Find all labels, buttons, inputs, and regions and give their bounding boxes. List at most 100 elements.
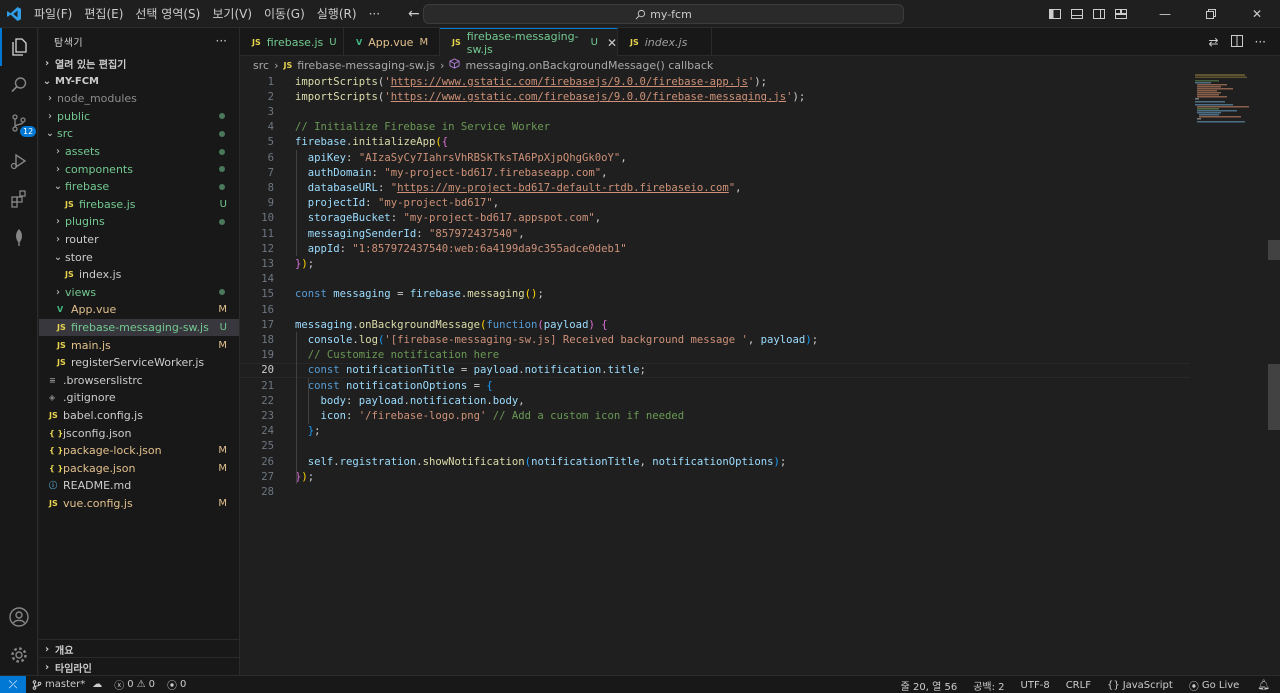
tree-folder[interactable]: › assets xyxy=(39,143,239,161)
tree-file[interactable]: ≡ .browserslistrc xyxy=(39,372,239,390)
command-center[interactable]: my-fcm xyxy=(423,4,904,24)
editor-tab[interactable]: JS index.js xyxy=(618,28,712,56)
code-line[interactable]: 22 body: payload.notification.body, xyxy=(240,393,1190,408)
customize-layout-icon[interactable] xyxy=(1110,8,1132,20)
run-debug-icon[interactable] xyxy=(0,142,38,180)
code-line[interactable]: 12 appId: "1:857972437540:web:6a4199da9c… xyxy=(240,241,1190,256)
tree-file[interactable]: JS index.js xyxy=(39,266,239,284)
tree-folder[interactable]: › components xyxy=(39,160,239,178)
editor-tab[interactable]: JS firebase.js U xyxy=(240,28,344,56)
go-live-button[interactable]: ⦿ Go Live xyxy=(1181,678,1247,693)
tree-file[interactable]: { } package-lock.json M xyxy=(39,442,239,460)
tree-folder[interactable]: › node_modules xyxy=(39,90,239,108)
problems-indicator[interactable]: ⓧ 0 ⚠ 0 xyxy=(108,677,161,692)
editor-tab[interactable]: JS firebase-messaging-sw.js U ✕ xyxy=(440,28,618,56)
code-line[interactable]: 24 }; xyxy=(240,424,1190,439)
code-line[interactable]: 16 xyxy=(240,302,1190,317)
back-arrow-icon[interactable]: ← xyxy=(408,6,420,22)
tree-file[interactable]: ◈ .gitignore xyxy=(39,389,239,407)
code-line[interactable]: 19 // Customize notification here xyxy=(240,348,1190,363)
tree-file[interactable]: V App.vue M xyxy=(39,301,239,319)
account-icon[interactable] xyxy=(0,598,38,636)
tree-folder[interactable]: › public xyxy=(39,108,239,126)
split-editor-icon[interactable] xyxy=(1230,35,1243,50)
code-line[interactable]: 18 console.log('[firebase-messaging-sw.j… xyxy=(240,332,1190,347)
code-line[interactable]: 4 // Initialize Firebase in Service Worke… xyxy=(240,120,1190,135)
language-mode[interactable]: {} JavaScript xyxy=(1099,680,1181,691)
code-line[interactable]: 23 icon: '/firebase-logo.png' // Add a c… xyxy=(240,408,1190,423)
settings-gear-icon[interactable] xyxy=(0,636,38,674)
end-of-line[interactable]: CRLF xyxy=(1058,680,1099,691)
minimap[interactable] xyxy=(1195,74,1267,675)
code-line[interactable]: 8 databaseURL: "https://my-project-bd617… xyxy=(240,180,1190,195)
code-line[interactable]: 13}); xyxy=(240,256,1190,271)
tree-folder[interactable]: › views xyxy=(39,284,239,302)
ports-indicator[interactable]: ⦿ 0 xyxy=(161,677,192,692)
tree-file[interactable]: JS vue.config.js M xyxy=(39,495,239,513)
encoding[interactable]: UTF-8 xyxy=(1013,680,1058,691)
menu-item[interactable]: 편집(E) xyxy=(78,0,129,28)
compare-changes-icon[interactable]: ⇄ xyxy=(1208,35,1218,50)
sync-icon[interactable]: ☁ xyxy=(92,679,102,690)
mongodb-leaf-icon[interactable] xyxy=(0,218,38,256)
tree-file[interactable]: { } package.json M xyxy=(39,459,239,477)
code-line[interactable]: 7 authDomain: "my-project-bd617.firebase… xyxy=(240,165,1190,180)
indentation[interactable]: 공백: 2 xyxy=(965,678,1012,693)
more-actions-icon[interactable]: ··· xyxy=(1255,35,1266,50)
tree-folder[interactable]: › plugins xyxy=(39,213,239,231)
scrollbar-thumb[interactable] xyxy=(1268,240,1280,260)
toggle-secondary-sidebar-icon[interactable] xyxy=(1088,8,1110,20)
breadcrumb-symbol[interactable]: messaging.onBackgroundMessage() callback xyxy=(465,59,713,72)
outline-section[interactable]: › 개요 xyxy=(39,639,240,658)
tree-folder[interactable]: ⌄ src xyxy=(39,125,239,143)
tree-folder[interactable]: ⌄ store xyxy=(39,248,239,266)
extensions-icon[interactable] xyxy=(0,180,38,218)
tree-folder[interactable]: › router xyxy=(39,231,239,249)
minimize-icon[interactable]: — xyxy=(1142,7,1188,21)
project-section[interactable]: ⌄ MY-FCM xyxy=(39,72,239,90)
tree-file[interactable]: JS firebase.js U xyxy=(39,196,239,214)
breadcrumb-folder[interactable]: src xyxy=(253,59,269,72)
editor-scrollbar[interactable] xyxy=(1268,74,1280,675)
code-line[interactable]: 28 xyxy=(240,484,1190,499)
tree-file[interactable]: JS firebase-messaging-sw.js U xyxy=(39,318,239,337)
cursor-position[interactable]: 줄 20, 열 56 xyxy=(893,678,966,693)
code-line[interactable]: 2 importScripts('https://www.gstatic.com/… xyxy=(240,89,1190,104)
code-line[interactable]: 9 projectId: "my-project-bd617", xyxy=(240,196,1190,211)
code-line[interactable]: 5 firebase.initializeApp({ xyxy=(240,135,1190,150)
menu-item[interactable]: 이동(G) xyxy=(258,0,311,28)
explorer-icon[interactable] xyxy=(0,28,38,66)
code-line[interactable]: 20 const notificationTitle = payload.not… xyxy=(240,362,1190,378)
timeline-section[interactable]: › 타임라인 xyxy=(39,657,240,676)
tree-folder[interactable]: ⌄ firebase xyxy=(39,178,239,196)
code-line[interactable]: 27}); xyxy=(240,469,1190,484)
tree-file[interactable]: JS main.js M xyxy=(39,336,239,354)
editor-tab[interactable]: V App.vue M xyxy=(344,28,440,56)
menu-item[interactable]: 실행(R) xyxy=(311,0,363,28)
close-window-icon[interactable]: ✕ xyxy=(1234,7,1280,21)
code-line[interactable]: 17 messaging.onBackgroundMessage(function… xyxy=(240,317,1190,332)
menu-item[interactable]: ··· xyxy=(363,0,386,28)
close-tab-icon[interactable]: ✕ xyxy=(607,36,617,50)
code-line[interactable]: 3 xyxy=(240,104,1190,119)
tree-file[interactable]: JS registerServiceWorker.js xyxy=(39,354,239,372)
menu-item[interactable]: 파일(F) xyxy=(28,0,78,28)
code-line[interactable]: 14 xyxy=(240,272,1190,287)
breadcrumb-file[interactable]: firebase-messaging-sw.js xyxy=(297,59,435,72)
tree-file[interactable]: ⓘ README.md xyxy=(39,477,239,495)
search-icon[interactable] xyxy=(0,66,38,104)
tree-file[interactable]: { } jsconfig.json xyxy=(39,424,239,442)
code-line[interactable]: 21 const notificationOptions = { xyxy=(240,378,1190,393)
code-line[interactable]: 25 xyxy=(240,439,1190,454)
more-actions-icon[interactable]: ··· xyxy=(216,34,227,48)
open-editors-section[interactable]: › 열려 있는 편집기 xyxy=(39,54,239,72)
source-control-icon[interactable]: 12 xyxy=(0,104,38,142)
menu-item[interactable]: 보기(V) xyxy=(206,0,258,28)
toggle-panel-icon[interactable] xyxy=(1066,8,1088,20)
code-line[interactable]: 10 storageBucket: "my-project-bd617.apps… xyxy=(240,211,1190,226)
restore-icon[interactable] xyxy=(1188,9,1234,19)
git-branch[interactable]: master* ☁ xyxy=(26,679,108,690)
tree-file[interactable]: JS babel.config.js xyxy=(39,407,239,425)
toggle-sidebar-icon[interactable] xyxy=(1044,8,1066,20)
scrollbar-thumb[interactable] xyxy=(1268,364,1280,430)
